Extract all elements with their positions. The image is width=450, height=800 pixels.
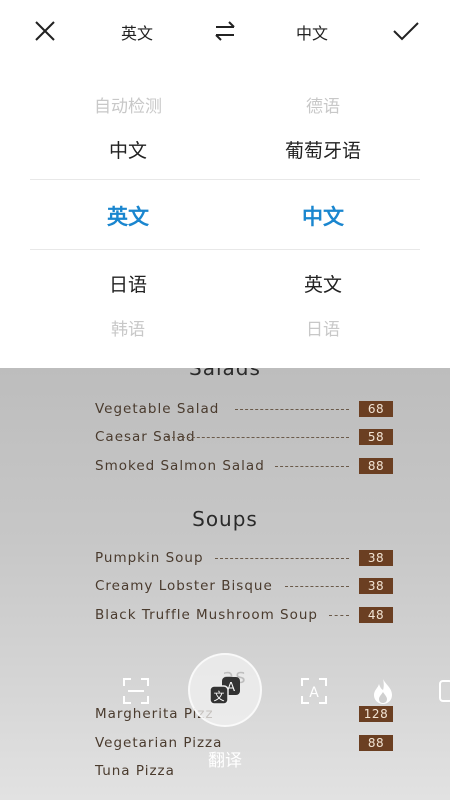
scan-frame-icon[interactable] <box>121 676 151 706</box>
menu-item: Vegetable Salad 68 <box>95 401 393 419</box>
menu-item-name: Black Truffle Mushroom Soup <box>95 607 319 623</box>
menu-item-name: Pumpkin Soup <box>95 550 204 566</box>
target-option-selected[interactable]: 中文 <box>243 201 403 231</box>
source-option[interactable]: 韩语 <box>48 315 208 340</box>
language-picker-sheet: 英文 中文 自动检测 中文 英文 日语 韩语 德语 葡萄牙语 中文 英文 日语 <box>0 0 450 368</box>
leader-dots <box>329 615 349 616</box>
camera-menu-view: Salads Vegetable Salad 68 Caesar Salad 5… <box>0 368 450 800</box>
target-language-wheel[interactable]: 德语 葡萄牙语 中文 英文 日语 <box>243 80 403 350</box>
menu-item-name: Creamy Lobster Bisque <box>95 578 273 594</box>
target-option[interactable]: 德语 <box>243 92 403 117</box>
menu-item-price: 88 <box>359 735 393 751</box>
menu-item: Smoked Salmon Salad 88 <box>95 458 393 476</box>
target-option[interactable]: 日语 <box>243 315 403 340</box>
menu-item-price: 48 <box>359 607 393 623</box>
menu-item-name: Vegetable Salad <box>95 401 220 417</box>
source-language-wheel[interactable]: 自动检测 中文 英文 日语 韩语 <box>48 80 208 350</box>
menu-item-name: Smoked Salmon Salad <box>95 458 265 474</box>
svg-text:A: A <box>309 685 319 701</box>
source-option[interactable]: 中文 <box>48 136 208 163</box>
target-language-label[interactable]: 中文 <box>272 20 352 44</box>
section-title: Salads <box>189 368 261 380</box>
menu-item-price: 88 <box>359 458 393 474</box>
translate-icon: A 文 <box>209 677 240 705</box>
menu-item: Pumpkin Soup 38 <box>95 550 393 568</box>
target-option[interactable]: 英文 <box>243 270 403 297</box>
partial-icon[interactable] <box>438 676 450 706</box>
translate-button[interactable]: A 文 <box>188 653 262 727</box>
source-option[interactable]: 日语 <box>48 270 208 297</box>
source-option-selected[interactable]: 英文 <box>48 201 208 231</box>
source-language-label[interactable]: 英文 <box>97 20 177 44</box>
swap-arrows-icon[interactable] <box>212 18 238 44</box>
menu-item-price: 128 <box>359 706 393 722</box>
leader-dots <box>215 558 349 559</box>
menu-item-price: 38 <box>359 550 393 566</box>
leader-dots <box>285 586 349 587</box>
checkmark-icon[interactable] <box>390 16 422 46</box>
menu-item: Black Truffle Mushroom Soup 48 <box>95 607 393 625</box>
leader-dots <box>235 409 349 410</box>
picker-header: 英文 中文 <box>0 0 450 62</box>
leader-dots <box>167 437 349 438</box>
menu-item-price: 38 <box>359 578 393 594</box>
flame-icon[interactable] <box>368 676 398 706</box>
svg-text:文: 文 <box>214 689 225 703</box>
leader-dots <box>275 466 349 467</box>
text-recognition-icon[interactable]: A <box>299 676 329 706</box>
close-icon[interactable] <box>30 16 60 46</box>
target-option[interactable]: 葡萄牙语 <box>243 136 403 163</box>
menu-item-price: 58 <box>359 429 393 445</box>
menu-item-name: Tuna Pizza <box>95 763 175 779</box>
source-option[interactable]: 自动检测 <box>48 92 208 117</box>
menu-item-price: 68 <box>359 401 393 417</box>
menu-item: Caesar Salad 58 <box>95 429 393 447</box>
section-title: Soups <box>192 507 258 531</box>
menu-item: Creamy Lobster Bisque 38 <box>95 578 393 596</box>
translate-mode-label[interactable]: 翻译 <box>195 746 255 771</box>
